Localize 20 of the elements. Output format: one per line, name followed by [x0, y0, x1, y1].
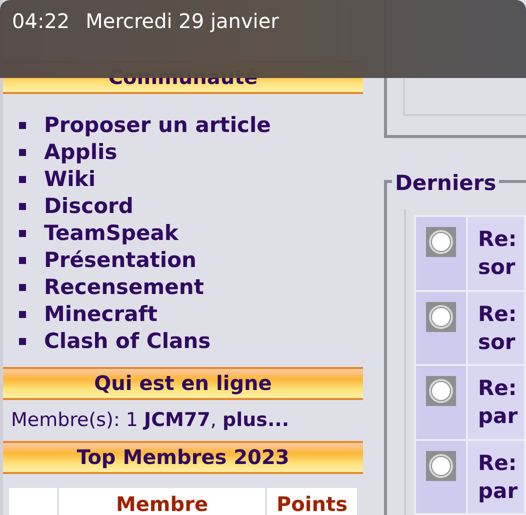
topic-status-icon — [426, 227, 456, 257]
topic-status-icon — [426, 302, 456, 332]
topic-status-icon — [426, 376, 456, 406]
bullet-icon — [19, 338, 26, 345]
online-members-text: Membre(s): 1 JCM77, plus... — [10, 408, 290, 433]
bullet-icon — [19, 311, 26, 318]
bullet-icon — [19, 149, 26, 156]
bullet-icon — [19, 203, 26, 210]
section-header: Qui est en ligne — [3, 367, 363, 400]
clock-time: 04:22 — [12, 8, 70, 35]
section-header: Top Membres 2023 — [3, 440, 363, 474]
topic-status-icon — [426, 450, 456, 480]
bullet-icon — [19, 257, 26, 264]
date-text: Mercredi 29 janvier — [86, 8, 279, 35]
bullet-icon — [19, 176, 26, 183]
table-header-cell: Points — [267, 488, 357, 515]
bullet-icon — [19, 122, 26, 129]
bullet-icon — [19, 230, 26, 237]
bullet-icon — [19, 284, 26, 291]
table-header-cell: Membre — [59, 488, 265, 515]
